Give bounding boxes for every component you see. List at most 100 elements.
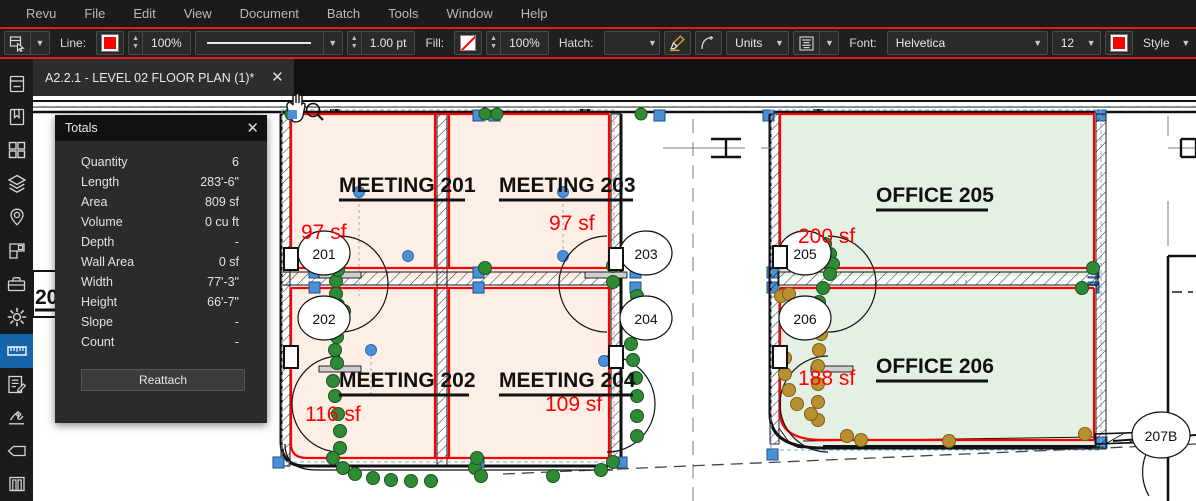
- shape-tool-group[interactable]: ▼: [4, 31, 50, 55]
- line-style-preview-icon: [196, 32, 324, 54]
- sidebar-item-markups[interactable]: [0, 368, 33, 401]
- close-icon[interactable]: ✕: [246, 121, 259, 136]
- sidebar-item-tags[interactable]: [0, 434, 33, 467]
- units-value[interactable]: Units: [727, 36, 770, 50]
- fill-color-button[interactable]: [454, 31, 483, 55]
- totals-row-wall-area: Wall Area 0 sf: [81, 255, 239, 275]
- line-width-stepper[interactable]: ▲ ▼ 1.00 pt: [346, 31, 416, 55]
- font-family-combo[interactable]: Helvetica ▼: [886, 31, 1048, 55]
- sidebar-item-pin[interactable]: [0, 201, 33, 234]
- totals-panel-header: Totals ✕: [55, 115, 267, 141]
- text-align-icon[interactable]: [794, 32, 821, 54]
- line-opacity-value[interactable]: 100%: [143, 36, 190, 50]
- font-red-color-swatch-icon: [1110, 34, 1129, 52]
- shape-tool-chevron-down-icon[interactable]: ▼: [31, 32, 49, 54]
- svg-text:204: 204: [634, 311, 658, 327]
- style-chevron-down-icon[interactable]: ▼: [1178, 32, 1194, 54]
- sidebar-item-toolchest[interactable]: [0, 267, 33, 300]
- sidebar-item-signature[interactable]: [0, 401, 33, 434]
- line-color-button[interactable]: [96, 31, 125, 55]
- sidebar-item-thumbnails[interactable]: [0, 67, 33, 100]
- curve-tool-button[interactable]: [694, 31, 723, 55]
- totals-row-count: Count -: [81, 335, 239, 355]
- tab-title: A2.2.1 - LEVEL 02 FLOOR PLAN (1)*: [45, 70, 255, 85]
- totals-row-slope: Slope -: [81, 315, 239, 335]
- line-style-chevron-down-icon[interactable]: ▼: [324, 32, 342, 54]
- totals-panel[interactable]: Totals ✕ Quantity 6 Length 283'-6" Area …: [55, 115, 267, 423]
- bookmark-icon: [9, 108, 24, 126]
- menu-item-window[interactable]: Window: [433, 0, 507, 27]
- fill-opacity-stepper[interactable]: ▲ ▼ 100%: [486, 31, 549, 55]
- line-color-swatch[interactable]: [97, 32, 123, 54]
- totals-key: Count: [81, 335, 115, 349]
- highlighter-button[interactable]: [663, 31, 691, 55]
- shape-select-icon[interactable]: [5, 32, 31, 54]
- hatch-combo[interactable]: ▼: [603, 31, 660, 55]
- menu-item-file[interactable]: File: [70, 0, 119, 27]
- tab-floor-plan[interactable]: A2.2.1 - LEVEL 02 FLOOR PLAN (1)* ✕: [33, 59, 295, 96]
- line-opacity-stepper[interactable]: ▲ ▼ 100%: [128, 31, 191, 55]
- totals-value: -: [234, 315, 239, 329]
- totals-key: Slope: [81, 315, 113, 329]
- text-align-chevron-down-icon[interactable]: ▼: [820, 32, 838, 54]
- font-size-chevron-down-icon[interactable]: ▼: [1082, 32, 1100, 54]
- line-label: Line:: [60, 36, 87, 50]
- door-tag-204: 204: [619, 295, 673, 341]
- text-align-combo[interactable]: ▼: [793, 31, 840, 55]
- line-width-spinner-icon[interactable]: ▲ ▼: [348, 32, 362, 54]
- menu-item-tools[interactable]: Tools: [374, 0, 432, 27]
- menu-item-edit[interactable]: Edit: [119, 0, 169, 27]
- menu-item-view[interactable]: View: [170, 0, 226, 27]
- menu-bar: Revu File Edit View Document Batch Tools…: [0, 0, 1196, 27]
- units-combo[interactable]: Units ▼: [726, 31, 790, 55]
- menu-item-revu[interactable]: Revu: [12, 0, 70, 27]
- sidebar-item-settings[interactable]: [0, 301, 33, 334]
- fill-color-swatch[interactable]: [455, 32, 481, 54]
- toolbox-icon: [7, 276, 26, 291]
- fill-opacity-spinner-icon[interactable]: ▲ ▼: [487, 32, 502, 54]
- area-label-201: 97 sf: [301, 221, 347, 244]
- units-chevron-down-icon[interactable]: ▼: [770, 32, 788, 54]
- totals-list: Quantity 6 Length 283'-6" Area 809 sf Vo…: [55, 141, 267, 355]
- svg-text:202: 202: [312, 311, 336, 327]
- line-width-value[interactable]: 1.00 pt: [362, 36, 415, 50]
- sidebar-item-compare[interactable]: [0, 468, 33, 501]
- sidebar-item-tiles[interactable]: [0, 134, 33, 167]
- font-size-combo[interactable]: 12 ▼: [1051, 31, 1102, 55]
- reattach-button[interactable]: Reattach: [81, 369, 245, 391]
- sidebar-item-spaces[interactable]: [0, 234, 33, 267]
- totals-key: Height: [81, 295, 118, 309]
- font-color-button[interactable]: [1105, 31, 1134, 55]
- totals-key: Wall Area: [81, 255, 135, 269]
- svg-text:206: 206: [793, 311, 817, 327]
- line-style-combo[interactable]: ▼: [194, 31, 343, 55]
- totals-row-length: Length 283'-6": [81, 175, 239, 195]
- line-opacity-spinner-icon[interactable]: ▲ ▼: [129, 32, 144, 54]
- totals-value: 6: [232, 155, 239, 169]
- menu-item-document[interactable]: Document: [226, 0, 313, 27]
- font-family-value[interactable]: Helvetica: [888, 36, 1029, 50]
- font-color-swatch[interactable]: [1106, 32, 1132, 54]
- ruler-icon: [6, 346, 27, 356]
- menu-item-help[interactable]: Help: [507, 0, 562, 27]
- sidebar-item-bookmarks[interactable]: [0, 100, 33, 133]
- sidebar-item-layers[interactable]: [0, 167, 33, 200]
- no-fill-icon: [460, 35, 477, 51]
- hatch-chevron-down-icon[interactable]: ▼: [647, 32, 659, 54]
- application-window: Revu File Edit View Document Batch Tools…: [0, 0, 1196, 501]
- totals-key: Volume: [81, 215, 123, 229]
- style-label: Style: [1143, 36, 1170, 50]
- font-size-value[interactable]: 12: [1053, 36, 1082, 50]
- fill-opacity-value[interactable]: 100%: [501, 36, 548, 50]
- font-family-chevron-down-icon[interactable]: ▼: [1029, 32, 1047, 54]
- room-label-meeting-201: MEETING 201: [339, 174, 476, 197]
- sidebar-item-measurements[interactable]: [0, 334, 33, 368]
- close-icon[interactable]: ✕: [268, 69, 286, 87]
- font-label: Font:: [849, 36, 877, 50]
- totals-value: 0 sf: [218, 255, 239, 269]
- menu-item-batch[interactable]: Batch: [313, 0, 374, 27]
- totals-value: 0 cu ft: [204, 215, 239, 229]
- spaces-icon: [8, 242, 25, 259]
- totals-row-quantity: Quantity 6: [81, 155, 239, 175]
- totals-value: 283'-6": [200, 175, 239, 189]
